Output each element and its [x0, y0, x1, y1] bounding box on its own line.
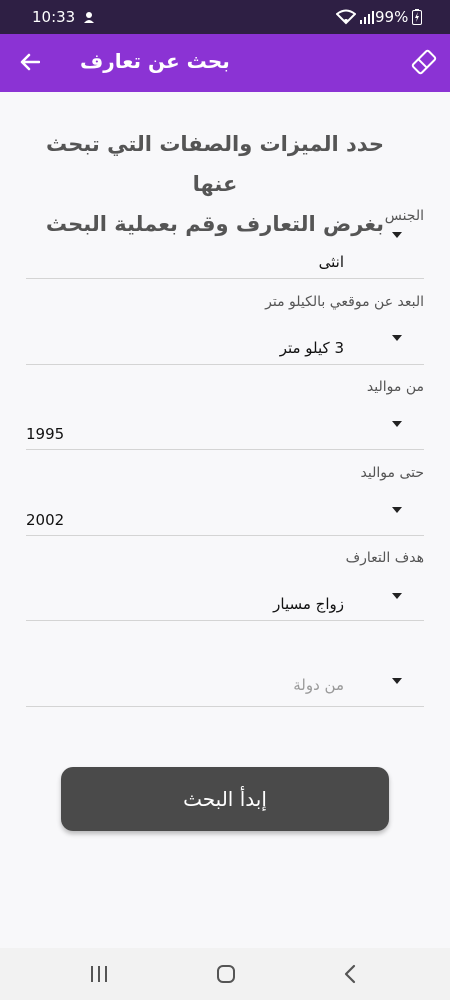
birth-from-label: من مواليد: [366, 379, 424, 395]
distance-value: 3 كيلو متر: [279, 339, 344, 357]
birth-from-value: 1995: [26, 425, 65, 443]
battery-charging-icon: [412, 9, 422, 29]
notification-icon: [82, 9, 96, 28]
gender-value: انثى: [318, 253, 344, 271]
dropdown-arrow-icon: [392, 335, 402, 341]
gender-select[interactable]: الجنس انثى: [26, 208, 424, 279]
birth-to-label: حتى مواليد: [360, 465, 424, 481]
dropdown-arrow-icon: [392, 593, 402, 599]
eraser-icon: [410, 48, 438, 80]
chevron-left-icon[interactable]: [342, 964, 358, 988]
recents-icon[interactable]: [89, 965, 109, 987]
back-button[interactable]: [14, 48, 46, 80]
system-nav-bar: [0, 948, 450, 1000]
goal-select[interactable]: هدف التعارف زواج مسيار: [26, 550, 424, 621]
goal-label: هدف التعارف: [345, 550, 424, 566]
country-select[interactable]: من دولة: [26, 636, 424, 707]
goal-value: زواج مسيار: [273, 595, 344, 613]
dropdown-arrow-icon: [392, 232, 402, 238]
dropdown-arrow-icon: [392, 421, 402, 427]
status-bar: 10:33 99%: [0, 0, 450, 34]
app-bar: بحث عن تعارف: [0, 34, 450, 92]
battery-percent: 99%: [375, 8, 409, 26]
distance-select[interactable]: البعد عن موقعي بالكيلو متر 3 كيلو متر: [26, 294, 424, 365]
birth-from-select[interactable]: من مواليد 1995: [26, 379, 424, 450]
wifi-icon: [335, 9, 357, 29]
dropdown-arrow-icon: [392, 507, 402, 513]
home-icon[interactable]: [216, 964, 236, 988]
country-placeholder: من دولة: [293, 676, 344, 694]
birth-to-select[interactable]: حتى مواليد 2002: [26, 465, 424, 536]
distance-label: البعد عن موقعي بالكيلو متر: [265, 294, 424, 310]
gender-label: الجنس: [384, 208, 424, 224]
clear-filters-button[interactable]: [406, 46, 442, 82]
birth-to-value: 2002: [26, 511, 65, 529]
page-title: بحث عن تعارف: [80, 49, 230, 73]
signal-icon: [360, 9, 374, 29]
status-time: 10:33: [32, 8, 76, 26]
arrow-left-icon: [20, 53, 41, 75]
dropdown-arrow-icon: [392, 678, 402, 684]
heading-line-1: حدد الميزات والصفات التي تبحث عنها: [45, 132, 385, 196]
start-search-button[interactable]: إبدأ البحث: [61, 767, 389, 831]
